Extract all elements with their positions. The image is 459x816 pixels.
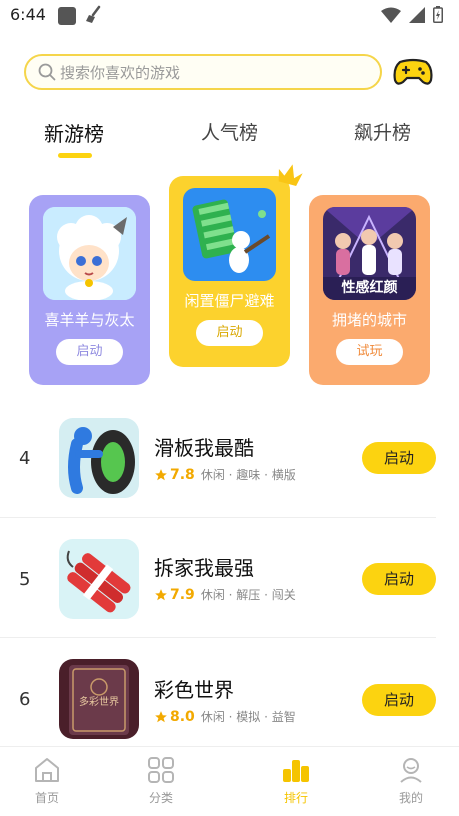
game-icon-text: 性感红颜	[341, 280, 398, 296]
game-tags: 休闲 · 解压 · 闯关	[200, 588, 296, 602]
game-icon-pleasant-goat	[43, 207, 136, 300]
game-icon-idle-zombie	[183, 188, 276, 281]
start-button[interactable]: 启动	[56, 339, 123, 365]
gamepad-icon[interactable]	[392, 54, 434, 90]
bottom-navigation: 首页 分类 排行 我的	[0, 746, 459, 816]
nav-ranking[interactable]: 排行	[266, 755, 326, 806]
wifi-icon	[381, 7, 401, 23]
game-tags: 休闲 · 模拟 · 益智	[200, 710, 296, 724]
rank-icon	[283, 760, 309, 782]
game-icon-skateboard	[59, 418, 139, 498]
status-time: 6:44	[10, 5, 46, 24]
start-button[interactable]: 启动	[362, 684, 436, 716]
category-icon	[148, 757, 174, 783]
game-tags: 休闲 · 趣味 · 横版	[200, 468, 296, 482]
game-name: 闲置僵尸避难	[184, 292, 275, 310]
nav-profile[interactable]: 我的	[381, 755, 441, 806]
broom-icon	[86, 5, 101, 23]
game-icon-congested-city: 性感红颜	[323, 207, 416, 300]
ranking-tabs: 新游榜 人气榜 飙升榜	[0, 110, 459, 160]
nav-label: 我的	[398, 791, 423, 805]
game-meta: 8.0 休闲 · 模拟 · 益智	[154, 708, 296, 725]
rank-number: 6	[19, 689, 31, 710]
search-input[interactable]: 搜索你喜欢的游戏	[24, 54, 382, 90]
game-score: 7.8	[170, 466, 195, 483]
status-indicators	[381, 6, 443, 23]
crown-icon	[278, 164, 303, 186]
notification-app-icon	[58, 7, 76, 25]
star-icon	[155, 588, 167, 600]
trial-button[interactable]: 试玩	[336, 339, 403, 365]
nav-category[interactable]: 分类	[131, 755, 191, 806]
game-score: 8.0	[170, 708, 195, 725]
podium-card-rank-1[interactable]: 1 闲置僵尸避难 启动	[169, 176, 290, 367]
list-item[interactable]: 5 拆家我最强 7.9 休闲 · 解压 · 闯关 启动	[0, 518, 459, 638]
home-icon	[35, 758, 59, 782]
game-icon-colorful-world: 多彩世界	[59, 659, 139, 739]
rank-number: 5	[19, 569, 31, 590]
game-meta: 7.9 休闲 · 解压 · 闯关	[154, 586, 296, 603]
status-bar: 6:44	[0, 0, 459, 34]
start-button[interactable]: 启动	[362, 563, 436, 595]
star-icon	[155, 468, 167, 480]
nav-home[interactable]: 首页	[17, 755, 77, 806]
game-title: 拆家我最强	[154, 556, 254, 580]
game-icon-dynamite	[59, 539, 139, 619]
game-title: 彩色世界	[154, 678, 234, 702]
profile-icon	[400, 758, 422, 783]
cell-signal-icon	[409, 6, 425, 23]
nav-label: 排行	[283, 791, 308, 805]
game-icon-text: 多彩世界	[79, 697, 119, 708]
podium-card-rank-3[interactable]: 3 性感红颜 拥堵的城市 试玩	[309, 195, 430, 385]
search-icon	[38, 63, 56, 81]
game-score: 7.9	[170, 586, 195, 603]
tab-rising[interactable]: 飙升榜	[354, 118, 411, 145]
game-name: 拥堵的城市	[331, 311, 407, 329]
game-title: 滑板我最酷	[154, 436, 254, 460]
start-button[interactable]: 启动	[362, 442, 436, 474]
star-icon	[155, 710, 167, 722]
list-item[interactable]: 4 滑板我最酷 7.8 休闲 · 趣味 · 横版 启动	[0, 398, 459, 518]
tab-popular[interactable]: 人气榜	[201, 118, 258, 145]
podium-card-rank-2[interactable]: 2 喜羊羊与灰太 启动	[29, 195, 150, 385]
battery-icon	[433, 6, 443, 23]
game-meta: 7.8 休闲 · 趣味 · 横版	[154, 466, 296, 483]
list-item[interactable]: 6 多彩世界 彩色世界 8.0 休闲 · 模拟 · 益智 启动	[0, 638, 459, 758]
nav-label: 首页	[34, 791, 59, 805]
game-name: 喜羊羊与灰太	[44, 311, 135, 329]
search-placeholder: 搜索你喜欢的游戏	[60, 63, 181, 82]
start-button[interactable]: 启动	[196, 320, 263, 346]
tab-active-indicator	[58, 153, 92, 158]
tab-new-games[interactable]: 新游榜	[44, 118, 104, 147]
rank-number: 4	[19, 448, 31, 469]
nav-label: 分类	[148, 791, 173, 805]
